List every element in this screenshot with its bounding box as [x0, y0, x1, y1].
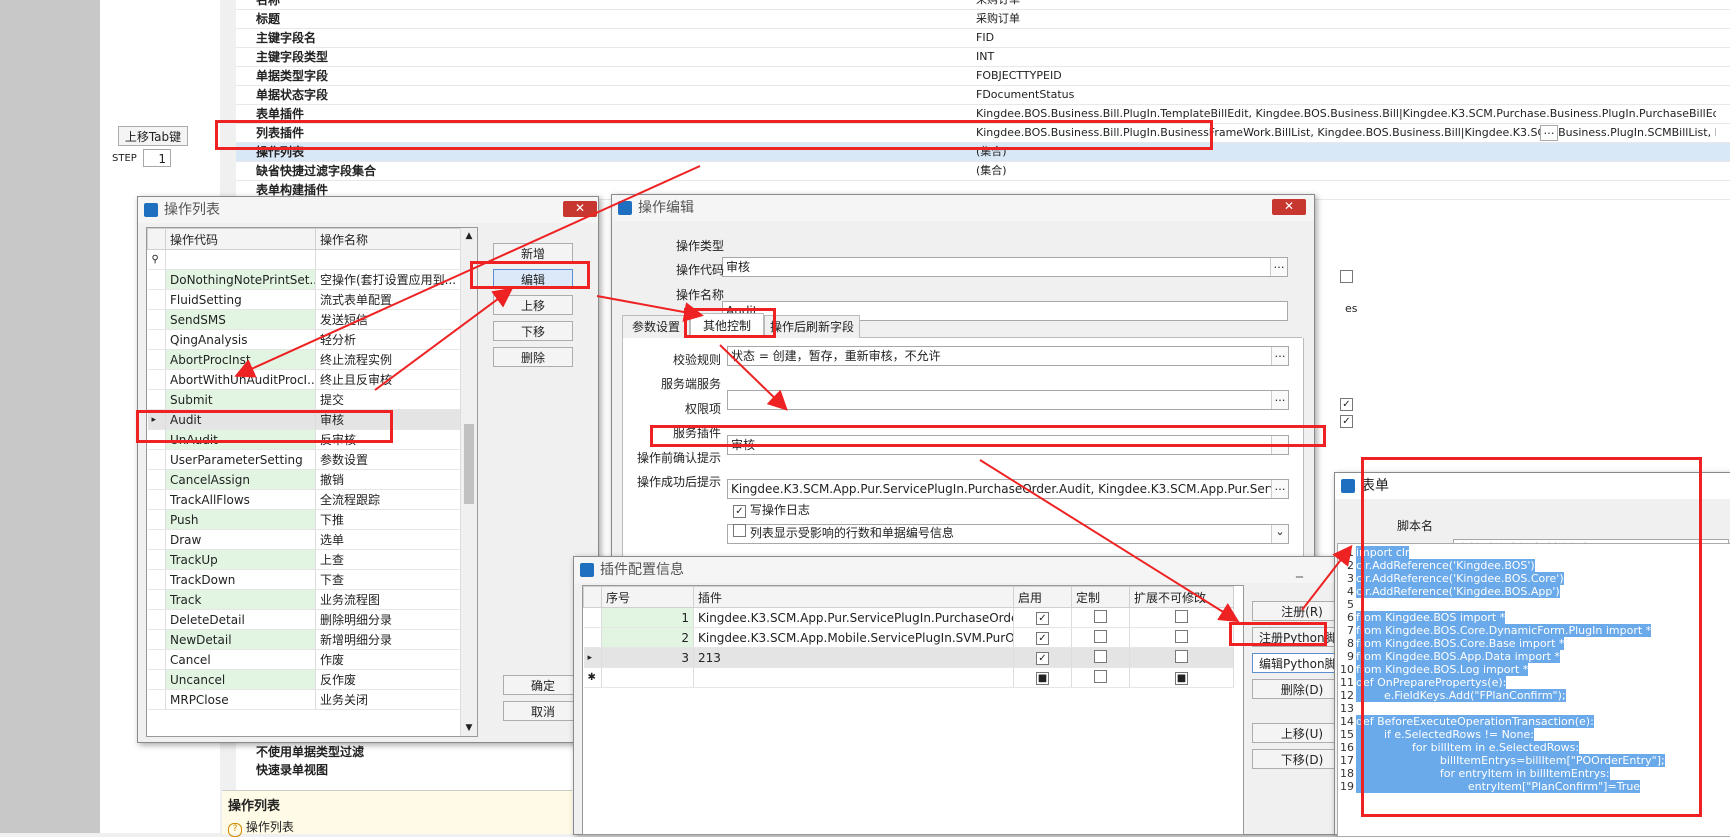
arrow	[1301, 544, 1353, 611]
annotation-arrows	[234, 165, 1353, 623]
arrow	[719, 344, 788, 411]
arrow	[979, 459, 1240, 623]
arrow	[374, 287, 514, 391]
arrow	[234, 165, 701, 378]
arrow	[596, 295, 704, 322]
